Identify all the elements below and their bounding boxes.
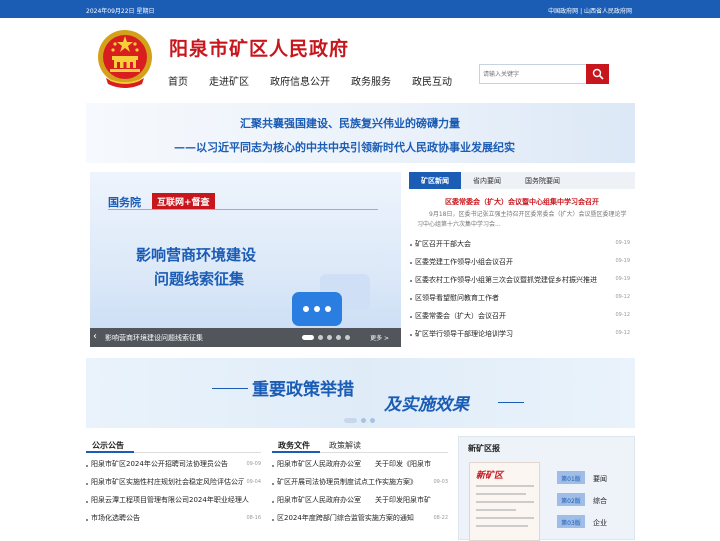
search-button[interactable] [586,64,609,84]
nav-gov-info[interactable]: 政府信息公开 [270,73,330,88]
banner-org: 国务院 [108,196,141,209]
list-item[interactable]: 区领导看望慰问教育工作者 09-12 [409,293,635,311]
carousel-dots[interactable] [302,335,354,340]
gov-docs-header: 政务文件 政策解读 [272,436,448,453]
notices-header: 公示公告 [86,436,261,453]
tab-state-council-news[interactable]: 国务院要闻 [513,172,572,189]
national-emblem-icon [98,30,152,88]
carousel-caption-bar: ‹ 影响营商环境建设问题线索征集 更多 > [90,328,401,347]
news-list: 矿区召开干部大会 09-19 区委党建工作领导小组会议召开 09-19 区委农村工作… [409,239,635,347]
edition-01[interactable]: 第01版 [557,471,585,484]
carousel-caption[interactable]: 影响营商环境建设问题线索征集 [105,333,203,343]
slogan-line-1: 汇聚共襄强国建设、民族复兴伟业的磅礴力量 [240,117,460,130]
list-item[interactable]: 阳泉云潭工程项目管理有限公司2024年职业经理人 [86,495,261,513]
edition-03[interactable]: 第03版 [557,515,585,528]
news-headline[interactable]: 区委常委会（扩大）会议暨中心组集中学习会召开 [409,197,635,207]
edition-01-label[interactable]: 要闻 [593,474,607,484]
list-item[interactable]: 矿区召开干部大会 09-19 [409,239,635,257]
nav-home[interactable]: 首页 [168,73,188,88]
banner-headline-1: 影响营商环境建设 [136,246,257,264]
current-date: 2024年09月22日 星期日 [86,8,155,15]
policy-carousel-dots[interactable] [344,418,379,423]
news-tabs: 矿区新闻 省内要闻 国务院要闻 [409,172,635,189]
tab-province-news[interactable]: 省内要闻 [461,172,513,189]
site-title[interactable]: 阳泉市矿区人民政府 [169,34,349,61]
list-item[interactable]: 矿区举行领导干部理论培训学习 09-12 [409,329,635,347]
news-summary: 9月18日，区委书记张立强主持召开区委常委会（扩大）会议暨区委理论学习中心组第十… [417,211,627,228]
list-item[interactable]: 区委常委会（扩大）会议召开 09-12 [409,311,635,329]
newspaper-thumbnail[interactable]: 新矿区 [469,462,540,541]
carousel-banner[interactable]: 国务院 互联网+督查 影响营商环境建设 问题线索征集 ‹ 影响营商环境建设问题线… [90,172,401,347]
gov-docs-column: 政务文件 政策解读 阳泉市矿区人民政府办公室 关于印发《阳泉市 矿区开展司法协理… [272,436,448,531]
top-bar: 2024年09月22日 星期日 中国政府网 | 山西省人民政府网 [0,0,720,18]
tab-district-news[interactable]: 矿区新闻 [409,172,461,189]
list-item[interactable]: 区委党建工作领导小组会议召开 09-19 [409,257,635,275]
list-item[interactable]: 区2024年度跨部门综合监管实施方案的通知 08-22 [272,513,448,531]
notices-title[interactable]: 公示公告 [92,440,124,451]
nav-about[interactable]: 走进矿区 [209,73,249,88]
carousel-more-link[interactable]: 更多 > [370,333,389,342]
policy-line-left [212,388,248,389]
notices-column: 公示公告 阳泉市矿区2024年公开招聘司法协理员公告 09-09 阳泉市矿区实施性… [86,436,261,531]
site-header: 阳泉市矿区人民政府 首页 走进矿区 政府信息公开 政务服务 政民互动 [86,24,635,96]
district-newspaper-panel: 新矿区报 新矿区 第01版 要闻 第02版 综合 第03版 企业 [458,436,635,541]
slogan-banner[interactable]: 汇聚共襄强国建设、民族复兴伟业的磅礴力量 ——以习近平同志为核心的中共中央引领新… [86,103,635,163]
policy-title-1: 重要政策举措 [252,380,354,400]
policy-banner[interactable]: 重要政策举措 及实施效果 [86,358,635,428]
list-item[interactable]: 阳泉市矿区人民政府办公室 关于印发阳泉市矿 [272,495,448,513]
edition-03-label[interactable]: 企业 [593,518,607,528]
list-item[interactable]: 区委农村工作领导小组第三次会议暨抓党建促乡村振兴推进 09-19 [409,275,635,293]
list-item[interactable]: 阳泉市矿区实施性村庄规划社会稳定风险评估公示 09-04 [86,477,261,495]
policy-line-right [498,402,524,403]
policy-title-2: 及实施效果 [384,395,469,415]
banner-divider [108,209,378,210]
external-links[interactable]: 中国政府网 | 山西省人民政府网 [548,6,632,15]
main-nav: 首页 走进矿区 政府信息公开 政务服务 政民互动 [168,73,473,88]
chat-bubble-icon [292,274,370,326]
edition-02-label[interactable]: 综合 [593,496,607,506]
search-icon [592,68,604,80]
gov-docs-title[interactable]: 政务文件 [278,440,310,451]
nav-interaction[interactable]: 政民互动 [412,73,452,88]
chevron-left-icon[interactable]: ‹ [93,331,97,342]
newspaper-title[interactable]: 新矿区报 [468,443,500,454]
nav-services[interactable]: 政务服务 [351,73,391,88]
banner-tag: 互联网+督查 [152,193,215,210]
newspaper-masthead: 新矿区 [476,471,504,481]
tab-policy-interpretation[interactable]: 政策解读 [329,440,361,451]
slogan-line-2: ——以习近平同志为核心的中共中央引领新时代人民政协事业发展纪实 [174,141,515,154]
list-item[interactable]: 阳泉市矿区人民政府办公室 关于印发《阳泉市 [272,459,448,477]
news-panel: 矿区新闻 省内要闻 国务院要闻 区委常委会（扩大）会议暨中心组集中学习会召开 9… [409,172,635,347]
list-item[interactable]: 阳泉市矿区2024年公开招聘司法协理员公告 09-09 [86,459,261,477]
edition-02[interactable]: 第02版 [557,493,585,506]
list-item[interactable]: 矿区开展司法协理员制度试点工作实施方案》 09-03 [272,477,448,495]
list-item[interactable]: 市场化选聘公告 08-16 [86,513,261,531]
banner-headline-2: 问题线索征集 [154,270,245,288]
